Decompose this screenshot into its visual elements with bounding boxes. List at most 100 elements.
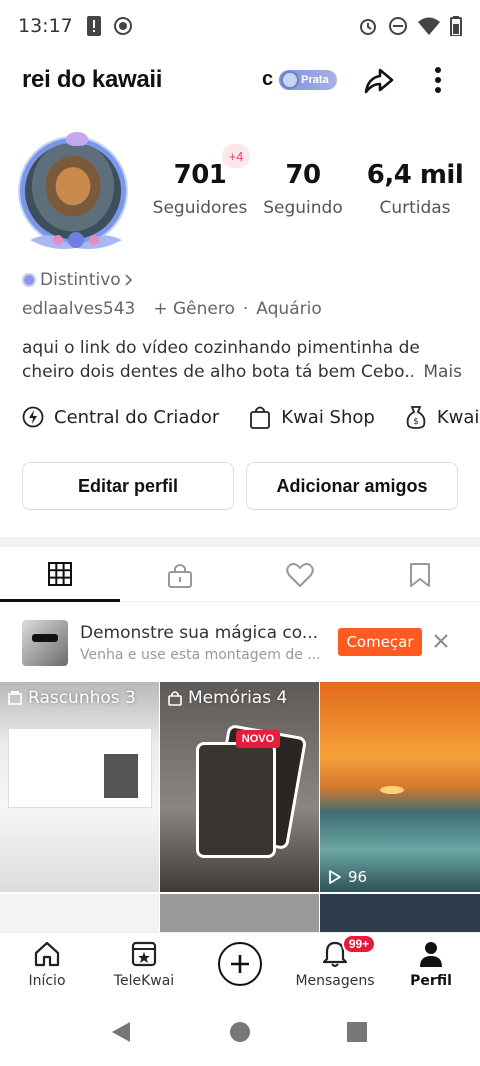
battery-icon bbox=[450, 16, 462, 36]
heart-icon bbox=[286, 563, 314, 587]
more-options-icon[interactable] bbox=[426, 62, 450, 98]
status-bar: 13:17 bbox=[0, 0, 480, 52]
following-stat[interactable]: 70 Seguindo bbox=[260, 160, 346, 218]
bolt-icon bbox=[22, 406, 44, 428]
memories-text: Memórias 4 bbox=[188, 688, 288, 708]
profile-header: rei do kawaii c Prata bbox=[0, 52, 480, 108]
user-meta: edlaalves543 + Gênero · Aquário bbox=[22, 299, 322, 319]
alert-icon bbox=[86, 16, 101, 36]
play-icon bbox=[329, 870, 341, 884]
kwai-gold-shortcut[interactable]: $ Kwai G bbox=[405, 405, 480, 429]
avatar[interactable] bbox=[14, 132, 136, 254]
distintivo-link[interactable]: Distintivo bbox=[22, 270, 133, 290]
distintivo-icon bbox=[22, 273, 36, 287]
plus-icon bbox=[231, 955, 249, 973]
followers-stat[interactable]: 701 Seguidores bbox=[150, 160, 250, 218]
shortcuts-row: Central do Criador Kwai Shop $ Kwai G bbox=[22, 400, 480, 434]
create-button[interactable] bbox=[218, 942, 262, 986]
add-friends-button[interactable]: Adicionar amigos bbox=[246, 462, 458, 510]
drafts-text: Rascunhos 3 bbox=[28, 688, 136, 708]
home-circle-icon[interactable] bbox=[229, 1020, 251, 1044]
tab-liked[interactable] bbox=[240, 548, 360, 602]
grid-icon bbox=[48, 561, 72, 586]
section-divider bbox=[0, 537, 480, 547]
back-icon[interactable] bbox=[110, 1020, 132, 1044]
following-count: 70 bbox=[285, 160, 321, 190]
nav-profile-label: Perfil bbox=[410, 973, 452, 989]
dnd-icon bbox=[389, 17, 407, 35]
drafts-tile[interactable]: Rascunhos 3 bbox=[0, 682, 159, 892]
system-navigation bbox=[0, 998, 480, 1066]
profile-actions: Editar perfil Adicionar amigos bbox=[22, 462, 458, 510]
close-icon[interactable] bbox=[430, 630, 452, 652]
nav-messages-label: Mensagens bbox=[295, 973, 375, 989]
tab-posts[interactable] bbox=[0, 548, 120, 602]
home-icon bbox=[34, 941, 60, 967]
distintivo-label: Distintivo bbox=[40, 270, 121, 290]
likes-count: 6,4 mil bbox=[366, 160, 464, 190]
new-badge: NOVO bbox=[236, 730, 280, 748]
likes-label: Curtidas bbox=[379, 198, 451, 218]
svg-text:$: $ bbox=[413, 417, 419, 427]
kwai-gold-label: Kwai G bbox=[436, 406, 480, 428]
template-promo[interactable]: Demonstre sua mágica co... Venha e use e… bbox=[0, 612, 480, 674]
creator-center-label: Central do Criador bbox=[54, 406, 220, 428]
kwai-shop-label: Kwai Shop bbox=[281, 406, 375, 428]
meta-separator: · bbox=[242, 299, 249, 319]
bio-text: aqui o link do vídeo cozinhando pimentin… bbox=[22, 338, 421, 382]
likes-stat[interactable]: 6,4 mil Curtidas bbox=[360, 160, 470, 218]
status-time: 13:17 bbox=[18, 15, 73, 37]
view-count-text: 96 bbox=[348, 868, 368, 886]
drafts-icon bbox=[8, 691, 22, 705]
profile-icon bbox=[420, 942, 442, 967]
alarm-icon bbox=[360, 19, 376, 35]
promo-subtitle: Venha e use esta montagem de ... bbox=[80, 647, 321, 663]
nav-home-label: Início bbox=[28, 973, 66, 989]
record-icon bbox=[113, 17, 132, 35]
nav-home[interactable]: Início bbox=[2, 939, 92, 989]
edit-profile-button[interactable]: Editar perfil bbox=[22, 462, 234, 510]
prata-badge[interactable]: Prata bbox=[279, 69, 337, 90]
recents-icon[interactable] bbox=[346, 1020, 368, 1044]
video-tile[interactable]: 96 bbox=[320, 682, 480, 892]
grid-tile-row2[interactable] bbox=[0, 894, 159, 934]
bio-more-link[interactable]: Mais bbox=[413, 360, 462, 384]
grid-tile-row2[interactable] bbox=[320, 894, 480, 934]
video-grid: Rascunhos 3 Memórias 4 NOVO 96 bbox=[0, 682, 480, 934]
creator-center-shortcut[interactable]: Central do Criador bbox=[22, 406, 219, 428]
zodiac-label: Aquário bbox=[256, 299, 322, 319]
nav-profile[interactable]: Perfil bbox=[386, 939, 476, 989]
share-icon[interactable] bbox=[360, 62, 396, 98]
followers-label: Seguidores bbox=[152, 198, 248, 218]
lock-icon bbox=[168, 691, 182, 706]
gender-button[interactable]: + Gênero bbox=[153, 299, 235, 319]
frame-crown-icon bbox=[66, 132, 88, 146]
chevron-right-icon bbox=[125, 274, 132, 286]
memories-label: Memórias 4 bbox=[168, 688, 287, 708]
tab-saved[interactable] bbox=[360, 548, 480, 602]
grid-tile-row2[interactable] bbox=[160, 894, 319, 934]
shopping-bag-icon bbox=[250, 406, 271, 429]
messages-badge: 99+ bbox=[342, 934, 376, 954]
profile-name: rei do kawaii bbox=[22, 66, 163, 93]
wifi-icon bbox=[418, 17, 440, 35]
level-badge[interactable]: c Prata bbox=[262, 68, 337, 91]
telekwai-icon bbox=[131, 941, 157, 967]
view-count: 96 bbox=[328, 868, 367, 886]
bio: aqui o link do vídeo cozinhando pimentin… bbox=[22, 336, 462, 384]
promo-start-button[interactable]: Começar bbox=[338, 628, 422, 656]
content-tabs bbox=[0, 548, 480, 602]
following-label: Seguindo bbox=[263, 198, 343, 218]
kwai-shop-shortcut[interactable]: Kwai Shop bbox=[249, 405, 375, 429]
memories-tile[interactable]: Memórias 4 bbox=[160, 682, 319, 892]
nav-telekwai[interactable]: TeleKwai bbox=[99, 939, 189, 989]
nav-telekwai-label: TeleKwai bbox=[113, 973, 175, 989]
tab-private[interactable] bbox=[120, 548, 240, 602]
lock-icon bbox=[168, 564, 192, 588]
profile-stats: 701 Seguidores 70 Seguindo 6,4 mil Curti… bbox=[150, 160, 470, 230]
drafts-label: Rascunhos 3 bbox=[8, 688, 136, 708]
frame-flower-icon bbox=[30, 232, 122, 249]
prata-label: Prata bbox=[301, 73, 329, 86]
medal-icon bbox=[281, 70, 300, 89]
promo-title: Demonstre sua mágica co... bbox=[80, 623, 319, 643]
